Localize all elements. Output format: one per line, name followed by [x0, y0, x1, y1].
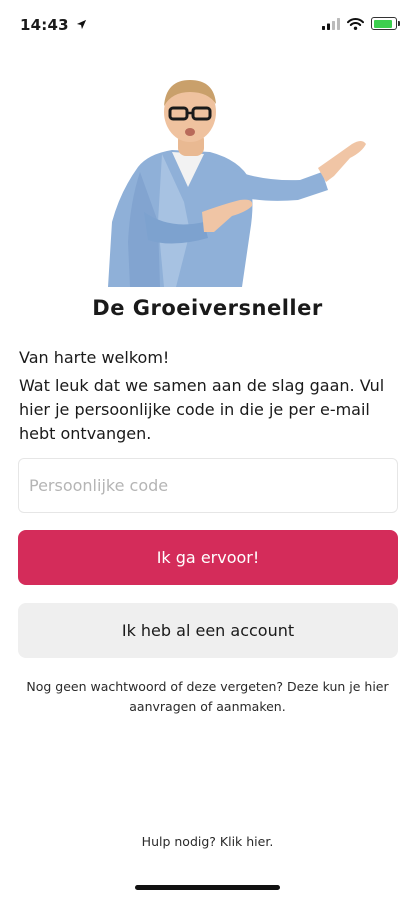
instruction-text: Wat leuk dat we samen aan de slag gaan. …	[19, 376, 385, 443]
clock-text: 14:43	[20, 16, 69, 34]
cellular-signal-icon	[322, 17, 340, 30]
battery-level	[373, 19, 393, 28]
existing-account-button-label: Ik heb al een account	[121, 621, 295, 640]
help-link[interactable]: Hulp nodig? Klik hier.	[0, 834, 415, 849]
welcome-text: Van harte welkom!	[19, 348, 170, 367]
presenter-photo	[108, 80, 366, 287]
app-title: De Groeiversneller	[92, 296, 323, 320]
status-bar: 14:43	[0, 0, 415, 50]
status-icons	[322, 17, 400, 30]
forgot-password-link[interactable]: Nog geen wachtwoord of deze vergeten? De…	[20, 677, 395, 717]
status-time: 14:43	[20, 16, 87, 34]
existing-account-button[interactable]: Ik heb al een account	[18, 603, 398, 658]
battery-charging-icon	[371, 17, 400, 30]
start-button-label: Ik ga ervoor!	[156, 548, 260, 567]
start-button[interactable]: Ik ga ervoor!	[18, 530, 398, 585]
personal-code-input[interactable]	[18, 458, 398, 513]
location-arrow-icon	[77, 19, 87, 30]
wifi-icon	[347, 17, 364, 30]
home-indicator	[135, 885, 280, 890]
